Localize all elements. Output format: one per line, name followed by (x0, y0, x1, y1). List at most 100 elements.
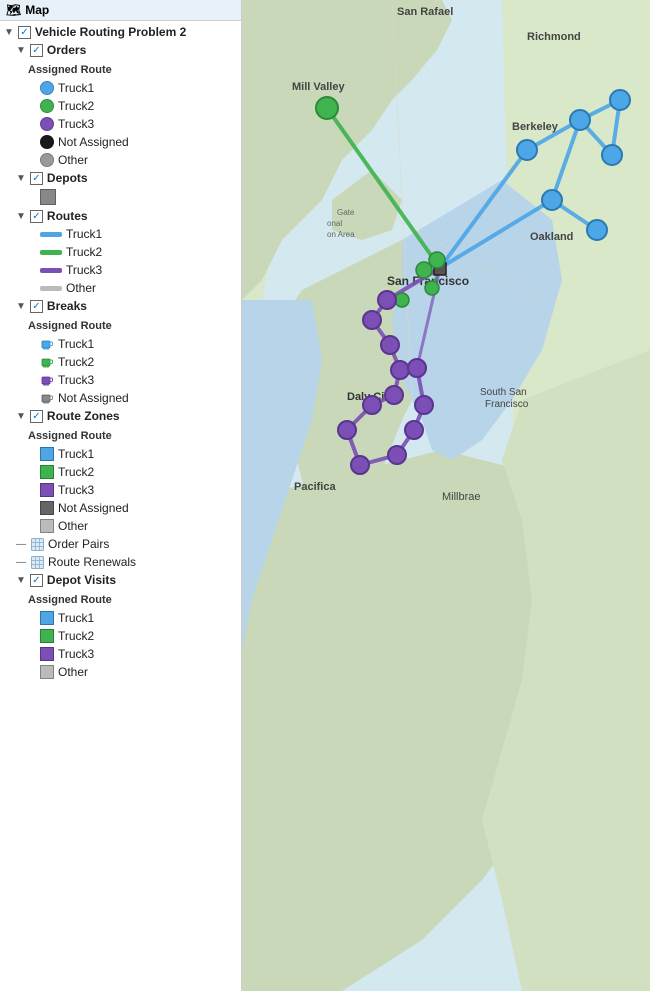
svg-text:onal: onal (327, 219, 342, 228)
orders-other-label: Other (58, 153, 88, 167)
map-node-b4 (602, 145, 622, 165)
routes-truck2: Truck2 (0, 243, 241, 261)
depotvisits-label: Depot Visits (47, 573, 116, 587)
map-node-p3 (381, 336, 399, 354)
dv-truck1: Truck1 (0, 609, 241, 627)
breaks-expand[interactable]: ▼ (16, 301, 26, 312)
vrp-checkbox[interactable] (18, 26, 31, 39)
breaks-section-label: Assigned Route (28, 317, 112, 333)
dv-other: Other (0, 663, 241, 681)
dv-section-label-row: Assigned Route (0, 589, 241, 609)
orders-expand[interactable]: ▼ (16, 45, 26, 56)
orderpairs-group[interactable]: — Order Pairs (0, 535, 241, 553)
orders-notassigned-label: Not Assigned (58, 135, 129, 149)
svg-text:Francisco: Francisco (485, 399, 529, 410)
rz-truck1: Truck1 (0, 445, 241, 463)
breaks-group[interactable]: ▼ Breaks (0, 297, 241, 315)
dv-truck2-label: Truck2 (58, 629, 94, 643)
dv-truck2-icon (40, 629, 54, 643)
depots-checkbox[interactable] (30, 172, 43, 185)
map-node-p8 (351, 456, 369, 474)
breaks-truck1-icon (40, 337, 54, 351)
routezones-group[interactable]: ▼ Route Zones (0, 407, 241, 425)
depotvisits-group[interactable]: ▼ Depot Visits (0, 571, 241, 589)
depotvisits-checkbox[interactable] (30, 574, 43, 587)
vrp-root[interactable]: ▼ Vehicle Routing Problem 2 (0, 21, 241, 41)
routes-truck2-label: Truck2 (66, 245, 102, 259)
routes-truck3: Truck3 (0, 261, 241, 279)
routerenewals-grid-icon (30, 555, 44, 569)
orders-group[interactable]: ▼ Orders (0, 41, 241, 59)
orderpairs-expand[interactable]: — (16, 539, 26, 550)
map-node-p5 (385, 386, 403, 404)
routerenewals-group[interactable]: — Route Renewals (0, 553, 241, 571)
dv-truck3: Truck3 (0, 645, 241, 663)
rz-truck2: Truck2 (0, 463, 241, 481)
orders-truck1: Truck1 (0, 79, 241, 97)
map-node-p12 (408, 359, 426, 377)
panel-title: Map (25, 3, 49, 17)
routezones-expand[interactable]: ▼ (16, 411, 26, 422)
left-panel: 🗺 Map ▼ Vehicle Routing Problem 2 ▼ Orde… (0, 0, 242, 991)
orders-checkbox[interactable] (30, 44, 43, 57)
orders-notassigned: Not Assigned (0, 133, 241, 151)
map-node-b2 (570, 110, 590, 130)
routes-truck1-label: Truck1 (66, 227, 102, 241)
label-berkeley: Berkeley (512, 121, 559, 133)
rz-notassigned: Not Assigned (0, 499, 241, 517)
breaks-notassigned-icon (40, 391, 54, 405)
vrp-label: Vehicle Routing Problem 2 (35, 25, 186, 39)
routes-expand[interactable]: ▼ (16, 211, 26, 222)
vrp-expand[interactable]: ▼ (4, 27, 14, 38)
orders-truck3-icon (40, 117, 54, 131)
dv-section-label: Assigned Route (28, 591, 112, 607)
orders-section-label: Assigned Route (28, 61, 112, 77)
breaks-truck2: Truck2 (0, 353, 241, 371)
rz-notassigned-icon (40, 501, 54, 515)
depots-square-item (0, 187, 241, 207)
map-node-b1 (517, 140, 537, 160)
orders-truck2: Truck2 (0, 97, 241, 115)
map-node-p4 (391, 361, 409, 379)
depotvisits-expand[interactable]: ▼ (16, 575, 26, 586)
map-node-g3 (429, 252, 445, 268)
rz-truck2-label: Truck2 (58, 465, 94, 479)
map-node-g1 (316, 97, 338, 119)
map-node-p7 (338, 421, 356, 439)
routes-truck3-icon (40, 268, 62, 273)
breaks-truck3-label: Truck3 (58, 373, 94, 387)
dv-other-label: Other (58, 665, 88, 679)
routes-checkbox[interactable] (30, 210, 43, 223)
rz-other-icon (40, 519, 54, 533)
label-richmond: Richmond (527, 31, 581, 43)
routes-truck3-label: Truck3 (66, 263, 102, 277)
routes-other: Other (0, 279, 241, 297)
map-node-p11 (415, 396, 433, 414)
label-millbrae: Millbrae (442, 491, 481, 503)
map-node-p1 (378, 291, 396, 309)
label-pacifica: Pacifica (294, 481, 336, 493)
breaks-checkbox[interactable] (30, 300, 43, 313)
map-node-p2 (363, 311, 381, 329)
label-oakland: Oakland (530, 231, 573, 243)
dv-truck3-icon (40, 647, 54, 661)
label-san-rafael: San Rafael (397, 6, 453, 18)
depots-group[interactable]: ▼ Depots (0, 169, 241, 187)
breaks-truck1: Truck1 (0, 335, 241, 353)
dv-truck3-label: Truck3 (58, 647, 94, 661)
svg-text:on Area: on Area (327, 230, 355, 239)
breaks-notassigned-label: Not Assigned (58, 391, 129, 405)
map-panel[interactable]: Gate onal on Area San Rafael Richmond Mi… (242, 0, 650, 991)
routerenewals-expand[interactable]: — (16, 557, 26, 568)
routes-other-icon (40, 286, 62, 291)
depots-label: Depots (47, 171, 88, 185)
breaks-notassigned: Not Assigned (0, 389, 241, 407)
routezones-checkbox[interactable] (30, 410, 43, 423)
rz-other: Other (0, 517, 241, 535)
depots-expand[interactable]: ▼ (16, 173, 26, 184)
routerenewals-label: Route Renewals (48, 555, 136, 569)
routes-group[interactable]: ▼ Routes (0, 207, 241, 225)
rz-section-label: Assigned Route (28, 427, 112, 443)
rz-truck3-label: Truck3 (58, 483, 94, 497)
breaks-label: Breaks (47, 299, 87, 313)
